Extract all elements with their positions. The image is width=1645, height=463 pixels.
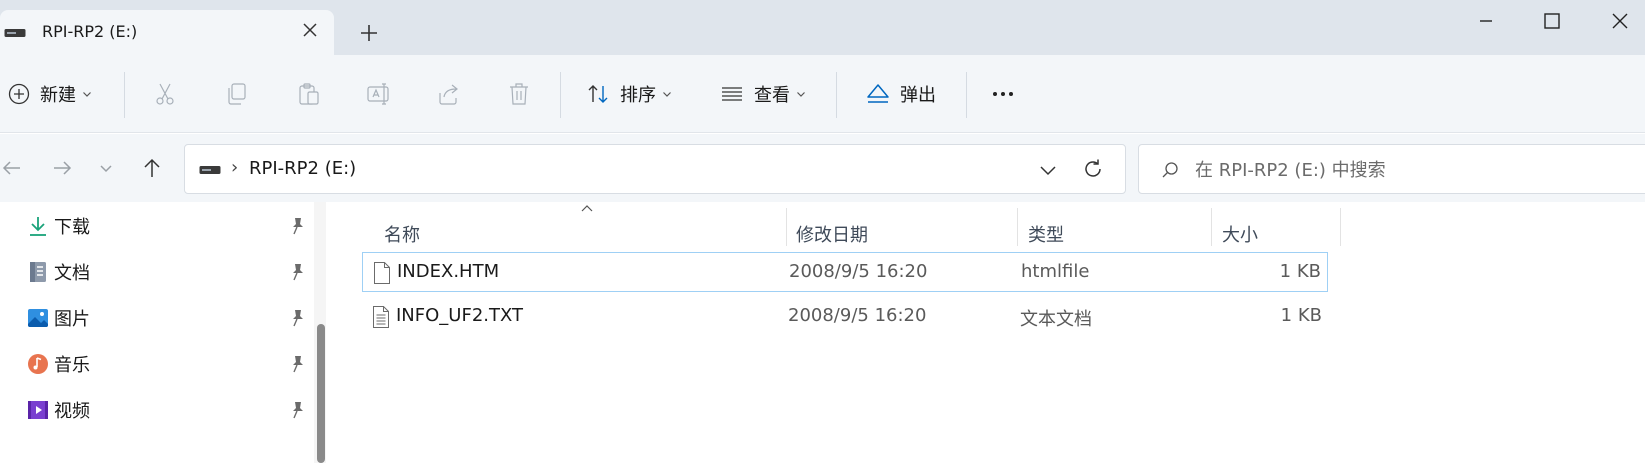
file-name: INDEX.HTM <box>397 261 500 282</box>
text-file-icon <box>373 306 389 328</box>
view-list-icon <box>722 87 742 101</box>
sort-icon <box>588 85 608 103</box>
view-label: 查看 <box>754 85 790 106</box>
file-list: 名称 修改日期 类型 大小 INDEX.HTM 2008/9/5 16:20 h… <box>340 202 1645 463</box>
breadcrumb-path[interactable]: RPI-RP2 (E:) <box>249 158 356 179</box>
sidebar-item-label: 图片 <box>54 309 90 330</box>
pin-icon[interactable] <box>288 216 306 236</box>
file-size: 1 KB <box>1280 305 1322 326</box>
column-header-name[interactable]: 名称 <box>384 214 420 254</box>
new-tab-icon[interactable] <box>356 20 382 46</box>
recent-locations-chevron-icon[interactable] <box>94 156 118 180</box>
search-icon <box>1162 162 1178 178</box>
column-divider[interactable] <box>1340 208 1341 246</box>
column-divider[interactable] <box>1211 208 1212 246</box>
address-dropdown-icon[interactable] <box>1037 159 1059 181</box>
toolbar-divider <box>124 72 125 118</box>
address-bar[interactable]: › RPI-RP2 (E:) <box>184 144 1126 194</box>
up-arrow-icon[interactable] <box>140 156 164 180</box>
share-icon[interactable] <box>436 81 462 107</box>
back-arrow-icon[interactable] <box>0 156 24 180</box>
sidebar-item-pictures[interactable]: 图片 <box>24 298 314 338</box>
pin-icon[interactable] <box>288 262 306 282</box>
music-icon <box>28 354 48 374</box>
eject-icon <box>867 84 889 103</box>
pin-icon[interactable] <box>288 400 306 420</box>
table-row[interactable]: INDEX.HTM 2008/9/5 16:20 htmlfile 1 KB <box>362 252 1328 292</box>
rename-icon[interactable] <box>366 81 392 107</box>
pin-icon[interactable] <box>288 308 306 328</box>
navigation-bar: › RPI-RP2 (E:) <box>0 134 1645 202</box>
paste-icon[interactable] <box>296 81 322 107</box>
sidebar-item-documents[interactable]: 文档 <box>24 252 314 292</box>
toolbar-divider <box>966 72 967 118</box>
search-box[interactable] <box>1138 144 1645 194</box>
file-name: INFO_UF2.TXT <box>396 305 524 326</box>
file-modified-date: 2008/9/5 16:20 <box>788 305 927 326</box>
column-divider[interactable] <box>1017 208 1018 246</box>
sidebar-item-label: 文档 <box>54 263 90 284</box>
documents-icon <box>30 262 46 282</box>
table-row[interactable]: INFO_UF2.TXT 2008/9/5 16:20 文本文档 1 KB <box>362 297 1328 337</box>
command-bar: 新建 排序 查看 弹出 <box>0 55 1645 133</box>
sidebar-item-music[interactable]: 音乐 <box>24 344 314 384</box>
sort-label: 排序 <box>620 85 656 106</box>
eject-button[interactable]: 弹出 <box>866 75 936 113</box>
sidebar-item-downloads[interactable]: 下载 <box>24 206 314 246</box>
close-tab-icon[interactable] <box>298 18 322 42</box>
new-label: 新建 <box>40 85 76 106</box>
sort-button[interactable]: 排序 <box>586 75 672 113</box>
navigation-pane: 下载 文档 图片 音乐 视频 <box>0 202 326 463</box>
title-bar: RPI-RP2 (E:) <box>0 0 1645 55</box>
file-type: htmlfile <box>1021 261 1090 282</box>
copy-icon[interactable] <box>224 81 250 107</box>
tab-rpi-rp2[interactable]: RPI-RP2 (E:) <box>0 10 334 55</box>
column-header-date[interactable]: 修改日期 <box>796 214 868 254</box>
tab-title: RPI-RP2 (E:) <box>42 22 138 41</box>
sidebar-item-label: 下载 <box>54 217 90 238</box>
maximize-icon[interactable] <box>1530 6 1574 36</box>
more-options-icon[interactable] <box>990 81 1016 107</box>
toolbar-divider <box>836 72 837 118</box>
sidebar-item-videos[interactable]: 视频 <box>24 390 314 430</box>
delete-icon[interactable] <box>506 81 532 107</box>
file-size: 1 KB <box>1279 261 1321 282</box>
videos-icon <box>28 401 48 419</box>
drive-icon <box>4 29 26 37</box>
pictures-icon <box>28 309 48 327</box>
refresh-icon[interactable] <box>1081 157 1105 181</box>
file-modified-date: 2008/9/5 16:20 <box>789 261 928 282</box>
sidebar-item-label: 音乐 <box>54 355 90 376</box>
window-close-icon[interactable] <box>1598 6 1642 36</box>
chevron-down-icon <box>663 92 671 97</box>
column-header-type[interactable]: 类型 <box>1028 214 1064 254</box>
sort-ascending-icon <box>581 205 593 212</box>
cut-icon[interactable] <box>152 81 178 107</box>
breadcrumb-separator: › <box>231 157 239 178</box>
new-button[interactable]: 新建 <box>8 75 92 113</box>
sidebar-scrollbar-thumb[interactable] <box>317 324 325 463</box>
chevron-down-icon <box>83 92 91 97</box>
minimize-icon[interactable] <box>1464 6 1508 36</box>
view-button[interactable]: 查看 <box>720 75 806 113</box>
toolbar-divider <box>560 72 561 118</box>
column-header-size[interactable]: 大小 <box>1222 214 1258 254</box>
download-icon <box>30 217 46 236</box>
eject-label: 弹出 <box>900 85 936 106</box>
search-input[interactable] <box>1195 155 1635 185</box>
forward-arrow-icon[interactable] <box>50 156 74 180</box>
drive-icon <box>199 166 221 174</box>
file-type: 文本文档 <box>1020 309 1092 330</box>
html-file-icon <box>374 262 390 284</box>
pin-icon[interactable] <box>288 354 306 374</box>
sidebar-item-label: 视频 <box>54 401 90 422</box>
column-divider[interactable] <box>786 208 787 246</box>
add-circle-icon <box>8 83 30 105</box>
chevron-down-icon <box>797 92 805 97</box>
